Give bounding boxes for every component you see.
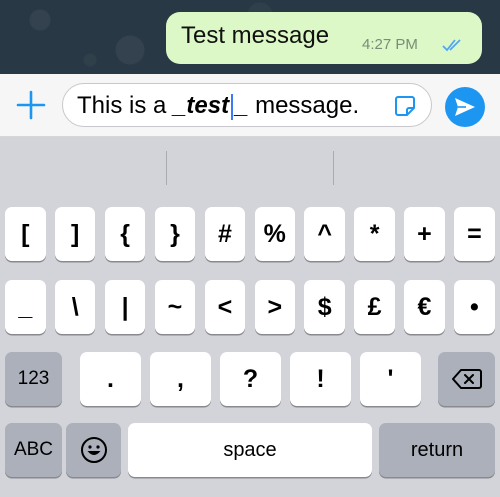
punctuation-key[interactable]: ' xyxy=(360,352,421,406)
symbol-key[interactable]: < xyxy=(204,280,246,334)
input-text-before: This is a xyxy=(77,92,174,119)
message-time: 4:27 PM xyxy=(362,36,418,53)
suggestion-divider xyxy=(333,151,334,185)
delete-key[interactable] xyxy=(438,352,495,406)
symbol-key[interactable]: > xyxy=(254,280,296,334)
symbol-key[interactable]: } xyxy=(154,207,196,261)
symbol-key[interactable]: + xyxy=(404,207,445,261)
symbol-key[interactable]: ] xyxy=(54,207,96,261)
text-caret xyxy=(231,93,234,120)
abc-key[interactable]: ABC xyxy=(5,423,62,477)
suggestion-divider xyxy=(166,151,167,185)
symbol-key[interactable]: [ xyxy=(5,207,46,261)
symbol-key[interactable]: € xyxy=(404,280,445,334)
send-arrow-icon xyxy=(455,98,475,116)
symbol-key[interactable]: $ xyxy=(304,280,345,334)
symbol-key[interactable]: \ xyxy=(54,280,96,334)
emoji-key[interactable] xyxy=(66,423,121,477)
punctuation-key[interactable]: ? xyxy=(220,352,281,406)
suggestion-bar xyxy=(0,137,500,197)
symbol-key[interactable]: ~ xyxy=(154,280,196,334)
backspace-icon xyxy=(451,369,482,389)
punctuation-key[interactable]: , xyxy=(150,352,211,406)
punctuation-key[interactable]: ! xyxy=(290,352,351,406)
symbol-key[interactable]: _ xyxy=(5,280,46,334)
symbol-key[interactable]: # xyxy=(204,207,246,261)
plus-icon[interactable] xyxy=(14,88,48,122)
input-text-italic: _test _ xyxy=(173,92,249,120)
sticker-icon[interactable] xyxy=(393,94,417,118)
symbol-key[interactable]: * xyxy=(354,207,395,261)
return-key[interactable]: return xyxy=(379,423,495,477)
symbol-key[interactable]: = xyxy=(454,207,495,261)
symbol-key[interactable]: | xyxy=(104,280,146,334)
outgoing-message-bubble[interactable]: Test message 4:27 PM xyxy=(166,12,482,64)
send-button[interactable] xyxy=(445,87,485,127)
symbol-key[interactable]: ^ xyxy=(304,207,345,261)
double-check-icon xyxy=(442,38,464,52)
message-composer: This is a _test _ message. xyxy=(0,74,500,137)
symbol-key[interactable]: £ xyxy=(354,280,395,334)
symbol-key[interactable]: % xyxy=(254,207,296,261)
emoji-icon xyxy=(80,437,107,463)
message-input-text: This is a _test _ message. xyxy=(77,92,359,120)
message-text: Test message xyxy=(181,22,330,49)
chat-area: Test message 4:27 PM xyxy=(0,0,500,74)
input-text-after: message. xyxy=(248,92,360,119)
numbers-key[interactable]: 123 xyxy=(5,352,62,406)
space-key[interactable]: space xyxy=(128,423,372,477)
punctuation-key[interactable]: . xyxy=(80,352,141,406)
symbol-key[interactable]: { xyxy=(104,207,146,261)
symbol-key[interactable]: • xyxy=(454,280,495,334)
message-input[interactable]: This is a _test _ message. xyxy=(62,83,432,127)
